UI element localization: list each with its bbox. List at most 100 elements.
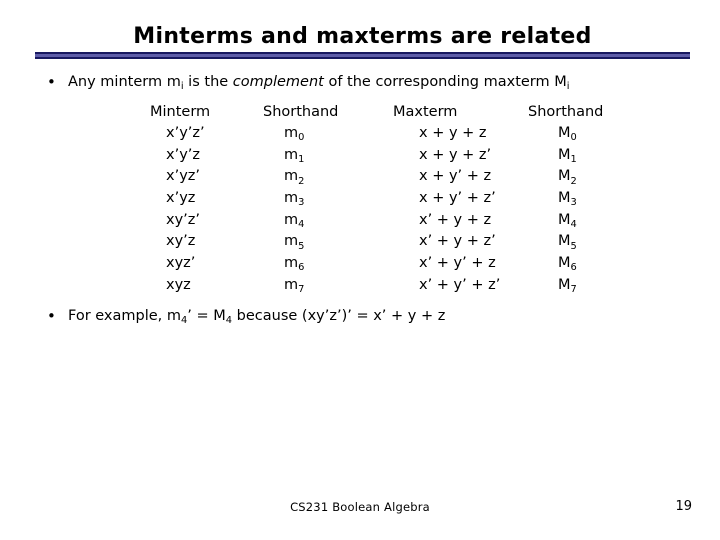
cell-m-letter: m (284, 211, 299, 228)
cell-minterm: xy’z (166, 233, 196, 250)
footer-course-label: CS231 Boolean Algebra (290, 500, 430, 514)
bullet-2-pre: For example, m (68, 308, 182, 324)
cell-M-letter: M (558, 255, 571, 272)
cell-M-index: 2 (570, 175, 577, 187)
cell-minterm: x’y’z (166, 146, 200, 163)
cell-maxterm: x’ + y’ + z’ (419, 276, 501, 293)
bullet-1-mid: is the (183, 74, 233, 90)
bullet-2-text: For example, m4’ = M4 because (xy’z’)’ =… (68, 306, 445, 328)
table-row: x’yz m3 x + y’ + z’ M3 (150, 188, 610, 210)
bullet-2-sub-4a: 4 (181, 315, 188, 327)
header-shorthand-minterm: Shorthand (263, 104, 339, 120)
cell-shorthand-minterm: m7 (266, 275, 394, 297)
cell-m-index: 1 (298, 153, 305, 165)
cell-m-index: 6 (298, 262, 305, 274)
table-row: x’y’z m1 x + y + z’ M1 (150, 145, 610, 167)
cell-M-index: 3 (570, 197, 577, 209)
cell-shorthand-maxterm: M0 (534, 123, 658, 145)
cell-minterm: xyz’ (166, 255, 196, 272)
cell-shorthand-minterm: m1 (266, 145, 394, 167)
bullet-1-post: of the corresponding maxterm M (323, 74, 567, 90)
bullet-1-pre: Any minterm m (68, 74, 181, 90)
bullet-1-text: Any minterm mi is the complement of the … (68, 72, 570, 94)
cell-m-letter: m (284, 146, 299, 163)
bullet-2-mid: ’ = M (187, 308, 226, 324)
cell-shorthand-maxterm: M3 (534, 188, 658, 210)
cell-minterm: x’yz’ (166, 168, 200, 185)
bullet-1-italic-complement: complement (232, 74, 324, 90)
header-shorthand-maxterm: Shorthand (528, 104, 604, 120)
cell-M-letter: M (558, 233, 571, 250)
cell-M-letter: M (558, 211, 571, 228)
cell-m-index: 5 (298, 240, 305, 252)
cell-M-index: 6 (570, 262, 577, 274)
cell-M-index: 0 (570, 132, 577, 144)
cell-shorthand-maxterm: M1 (534, 145, 658, 167)
cell-maxterm: x’ + y + z’ (419, 233, 496, 250)
cell-M-letter: M (558, 190, 571, 207)
table-row: x’y’z’ m0 x + y + z M0 (150, 123, 610, 145)
cell-m-letter: m (284, 190, 299, 207)
cell-m-letter: m (284, 276, 299, 293)
cell-shorthand-maxterm: M4 (534, 210, 658, 232)
header-maxterm: Maxterm (393, 104, 458, 120)
bullet-item-1: • Any minterm mi is the complement of th… (40, 72, 700, 94)
cell-maxterm: x + y’ + z (419, 168, 492, 185)
cell-m-index: 3 (298, 197, 305, 209)
cell-M-index: 5 (570, 240, 577, 252)
cell-minterm: x’y’z’ (166, 125, 205, 141)
cell-maxterm: x + y + z’ (419, 146, 492, 163)
cell-shorthand-minterm: m2 (266, 166, 394, 188)
cell-m-index: 7 (298, 283, 305, 295)
cell-m-index: 4 (298, 218, 305, 230)
bullet-dot-icon: • (47, 307, 56, 325)
cell-shorthand-minterm: m4 (266, 210, 394, 232)
cell-maxterm: x + y + z (419, 125, 487, 141)
cell-m-letter: m (284, 233, 299, 250)
cell-m-letter: m (284, 125, 299, 141)
slide-canvas: Minterms and maxterms are related • Any … (0, 0, 720, 540)
cell-M-index: 4 (570, 218, 577, 230)
minterm-maxterm-table: Minterm Shorthand Maxterm Shorthand x’y’… (150, 101, 610, 297)
table-row: xy’z m5 x’ + y + z’ M5 (150, 231, 610, 253)
cell-M-index: 7 (570, 283, 577, 295)
cell-maxterm: x’ + y’ + z (419, 255, 496, 272)
cell-M-letter: M (558, 125, 571, 141)
cell-m-letter: m (284, 255, 299, 272)
cell-M-letter: M (558, 276, 571, 293)
table-row: xy’z’ m4 x’ + y + z M4 (150, 210, 610, 232)
cell-M-index: 1 (570, 153, 577, 165)
cell-shorthand-maxterm: M7 (534, 275, 658, 297)
page-title: Minterms and maxterms are related (133, 24, 592, 49)
cell-minterm: x’yz (166, 190, 196, 207)
table-row: xyz’ m6 x’ + y’ + z M6 (150, 253, 610, 275)
bullet-dot-icon: • (47, 73, 56, 91)
table-row: xyz m7 x’ + y’ + z’ M7 (150, 275, 610, 297)
title-divider (35, 52, 690, 60)
cell-shorthand-maxterm: M2 (534, 166, 658, 188)
table-header-row: Minterm Shorthand Maxterm Shorthand (150, 101, 610, 123)
cell-shorthand-minterm: m6 (266, 253, 394, 275)
bullet-1-sub-i2: i (566, 81, 570, 93)
cell-m-index: 2 (298, 175, 305, 187)
cell-m-index: 0 (298, 132, 305, 144)
divider-line-bottom (35, 57, 690, 59)
cell-shorthand-maxterm: M5 (534, 231, 658, 253)
footer-page-number: 19 (675, 499, 692, 514)
cell-shorthand-minterm: m3 (266, 188, 394, 210)
bullet-2-post: because (xy’z’)’ = x’ + y + z (232, 308, 446, 324)
cell-M-letter: M (558, 168, 571, 185)
bullet-2-sub-4b: 4 (225, 315, 233, 327)
cell-minterm: xy’z’ (166, 211, 200, 228)
table-row: x’yz’ m2 x + y’ + z M2 (150, 166, 610, 188)
cell-shorthand-minterm: m5 (266, 231, 394, 253)
cell-maxterm: x + y’ + z’ (419, 190, 496, 207)
bullet-item-2: • For example, m4’ = M4 because (xy’z’)’… (40, 306, 700, 328)
bullet-1-sub-i1: i (180, 81, 184, 93)
cell-shorthand-maxterm: M6 (534, 253, 658, 275)
cell-maxterm: x’ + y + z (419, 211, 492, 228)
cell-shorthand-minterm: m0 (266, 123, 394, 145)
cell-m-letter: m (284, 168, 299, 185)
cell-minterm: xyz (166, 276, 191, 293)
cell-M-letter: M (558, 146, 571, 163)
